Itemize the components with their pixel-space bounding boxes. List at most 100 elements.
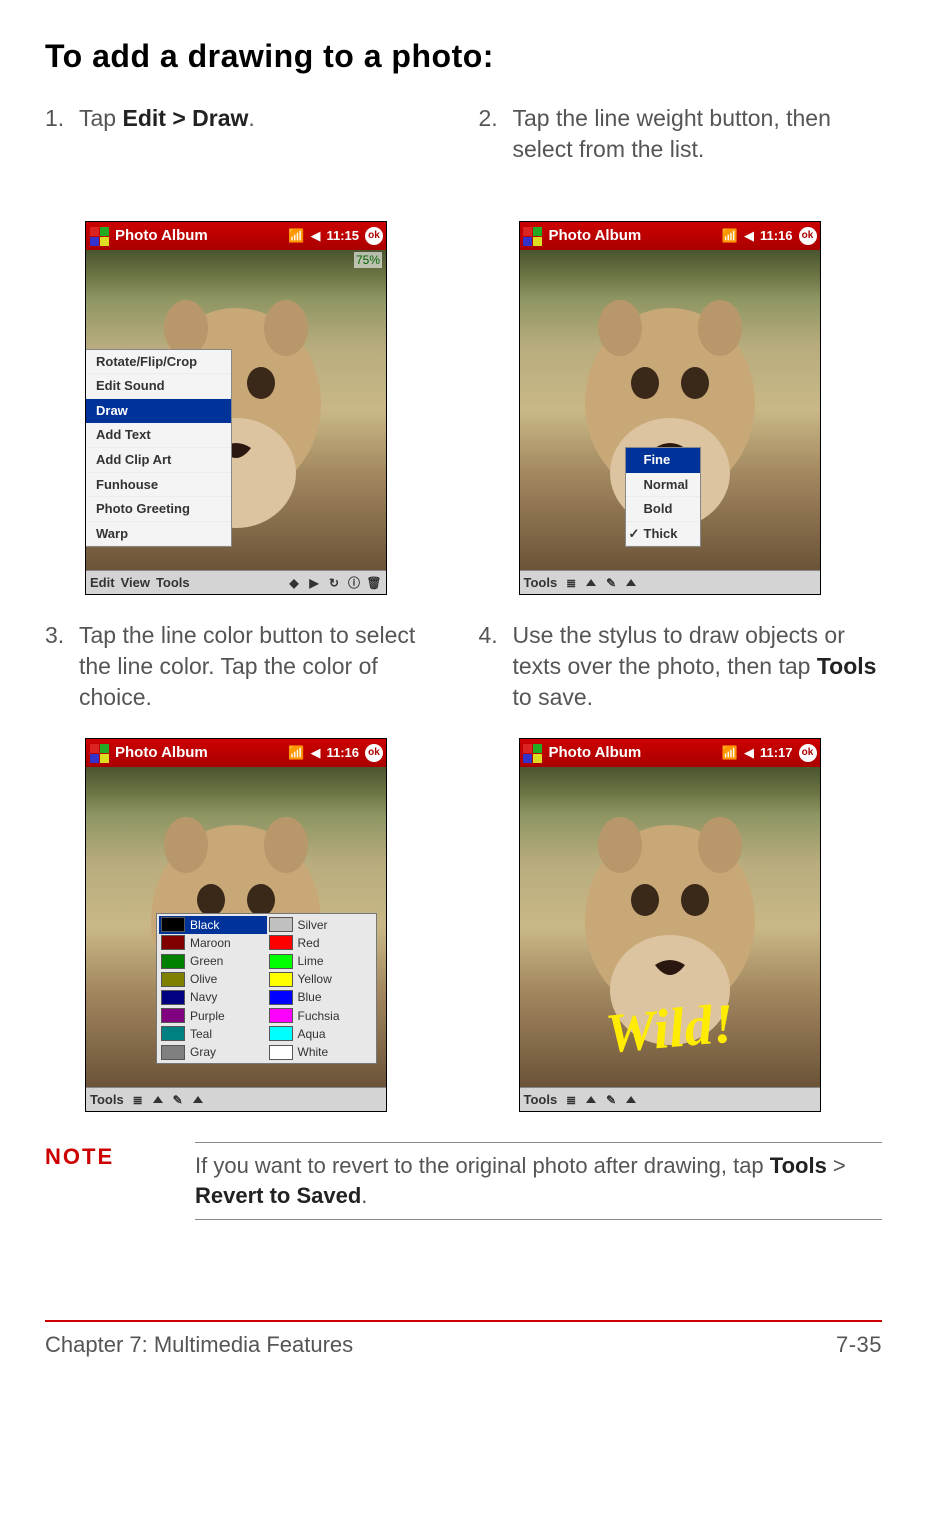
color-option[interactable]: Navy	[159, 988, 267, 1006]
edit-menu-popup: Rotate/Flip/CropEdit SoundDrawAdd TextAd…	[86, 349, 232, 547]
delete-icon[interactable]: 🗑	[366, 575, 382, 591]
color-swatch	[269, 1026, 293, 1041]
footer-page-number: 7-35	[836, 1330, 882, 1360]
menu-item[interactable]: Thick	[626, 522, 700, 547]
start-icon[interactable]	[89, 743, 109, 763]
rotate-icon[interactable]: ↻	[326, 575, 342, 591]
ok-button[interactable]: ok	[799, 744, 817, 762]
color-option[interactable]: White	[267, 1043, 375, 1061]
menu-edit[interactable]: Edit	[90, 574, 115, 592]
color-option[interactable]: Maroon	[159, 934, 267, 952]
menu-tools[interactable]: Tools	[90, 1091, 124, 1109]
color-icon[interactable]: ✎	[603, 575, 619, 591]
nav-fwd-icon[interactable]: ▶	[306, 575, 322, 591]
app-title: Photo Album	[115, 743, 288, 763]
step-3-text: Tap the line color button to select the …	[79, 620, 449, 720]
color-option[interactable]: Silver	[267, 916, 375, 934]
color-option[interactable]: Fuchsia	[267, 1007, 375, 1025]
titlebar: Photo Album 📶 ◀ 11:16 ok	[520, 222, 820, 250]
ok-button[interactable]: ok	[799, 227, 817, 245]
dropdown-icon[interactable]	[190, 1092, 206, 1108]
color-option[interactable]: Purple	[159, 1007, 267, 1025]
menu-item[interactable]: Edit Sound	[86, 374, 231, 399]
line-weight-icon[interactable]: ≣	[130, 1092, 146, 1108]
color-option[interactable]: Black	[159, 916, 267, 934]
dropdown-icon[interactable]	[623, 575, 639, 591]
page-footer: Chapter 7: Multimedia Features 7-35	[45, 1330, 882, 1360]
photo-canvas[interactable]: 75% Rotate/Flip/CropEdit SoundDrawAdd Te…	[86, 250, 386, 570]
color-icon[interactable]: ✎	[603, 1092, 619, 1108]
color-option[interactable]: Teal	[159, 1025, 267, 1043]
ok-button[interactable]: ok	[365, 227, 383, 245]
step-1-pre: Tap	[79, 105, 122, 131]
connectivity-icon[interactable]: 📶	[722, 227, 738, 245]
nav-back-icon[interactable]: ◆	[286, 575, 302, 591]
photo-canvas[interactable]: Wild!	[520, 767, 820, 1087]
menu-item[interactable]: Add Clip Art	[86, 448, 231, 473]
color-option[interactable]: Red	[267, 934, 375, 952]
menu-tools[interactable]: Tools	[156, 574, 190, 592]
color-icon[interactable]: ✎	[170, 1092, 186, 1108]
titlebar: Photo Album 📶 ◀ 11:15 ok	[86, 222, 386, 250]
step-3-num: 3.	[45, 620, 79, 720]
speaker-icon[interactable]: ◀	[744, 227, 754, 245]
color-name: Maroon	[190, 935, 231, 951]
menu-item[interactable]: Bold	[626, 497, 700, 522]
menu-item[interactable]: Add Text	[86, 423, 231, 448]
note-pre: If you want to revert to the original ph…	[195, 1153, 770, 1178]
color-option[interactable]: Green	[159, 952, 267, 970]
titlebar: Photo Album 📶 ◀ 11:17 ok	[520, 739, 820, 767]
menu-item[interactable]: Draw	[86, 399, 231, 424]
color-option[interactable]: Yellow	[267, 970, 375, 988]
color-name: Aqua	[298, 1026, 326, 1042]
start-icon[interactable]	[523, 226, 543, 246]
color-name: Fuchsia	[298, 1008, 340, 1024]
line-weight-icon[interactable]: ≣	[563, 1092, 579, 1108]
color-option[interactable]: Blue	[267, 988, 375, 1006]
connectivity-icon[interactable]: 📶	[288, 744, 304, 762]
line-weight-icon[interactable]: ≣	[563, 575, 579, 591]
start-icon[interactable]	[89, 226, 109, 246]
note-mid: >	[827, 1153, 846, 1178]
color-swatch	[161, 1008, 185, 1023]
menu-view[interactable]: View	[121, 574, 150, 592]
dropdown-icon[interactable]	[583, 575, 599, 591]
color-swatch	[269, 972, 293, 987]
color-option[interactable]: Lime	[267, 952, 375, 970]
speaker-icon[interactable]: ◀	[744, 744, 754, 762]
dropdown-icon[interactable]	[150, 1092, 166, 1108]
bottom-toolbar: Tools ≣ ✎	[520, 1087, 820, 1111]
info-icon[interactable]: ⓘ	[346, 575, 362, 591]
menu-item[interactable]: Funhouse	[86, 473, 231, 498]
menu-item[interactable]: Fine	[626, 448, 700, 473]
photo-canvas[interactable]: BlackSilver Maroon RedGreenLimeOliveYellow…	[86, 767, 386, 1087]
color-swatch	[269, 935, 293, 950]
connectivity-icon[interactable]: 📶	[722, 744, 738, 762]
color-swatch	[269, 917, 293, 932]
speaker-icon[interactable]: ◀	[310, 227, 320, 245]
color-option[interactable]: Gray	[159, 1043, 267, 1061]
ok-button[interactable]: ok	[365, 744, 383, 762]
color-option[interactable]: Olive	[159, 970, 267, 988]
step-1-post: .	[248, 105, 254, 131]
speaker-icon[interactable]: ◀	[310, 744, 320, 762]
menu-item[interactable]: Normal	[626, 473, 700, 498]
zoom-percent: 75%	[354, 252, 382, 268]
note-post: .	[361, 1183, 367, 1208]
connectivity-icon[interactable]: 📶	[288, 227, 304, 245]
color-name: Purple	[190, 1008, 225, 1024]
color-name: Teal	[190, 1026, 212, 1042]
menu-item[interactable]: Photo Greeting	[86, 497, 231, 522]
page-title: To add a drawing to a photo:	[45, 35, 882, 78]
step-4-pre: Use the stylus to draw objects or texts …	[513, 622, 845, 679]
menu-item[interactable]: Rotate/Flip/Crop	[86, 350, 231, 375]
menu-tools[interactable]: Tools	[524, 574, 558, 592]
dropdown-icon[interactable]	[623, 1092, 639, 1108]
dropdown-icon[interactable]	[583, 1092, 599, 1108]
photo-canvas[interactable]: FineNormalBoldThick	[520, 250, 820, 570]
menu-item[interactable]: Warp	[86, 522, 231, 547]
start-icon[interactable]	[523, 743, 543, 763]
menu-tools[interactable]: Tools	[524, 1091, 558, 1109]
device-screenshot-4: Photo Album 📶 ◀ 11:17 ok	[519, 738, 821, 1112]
color-option[interactable]: Aqua	[267, 1025, 375, 1043]
